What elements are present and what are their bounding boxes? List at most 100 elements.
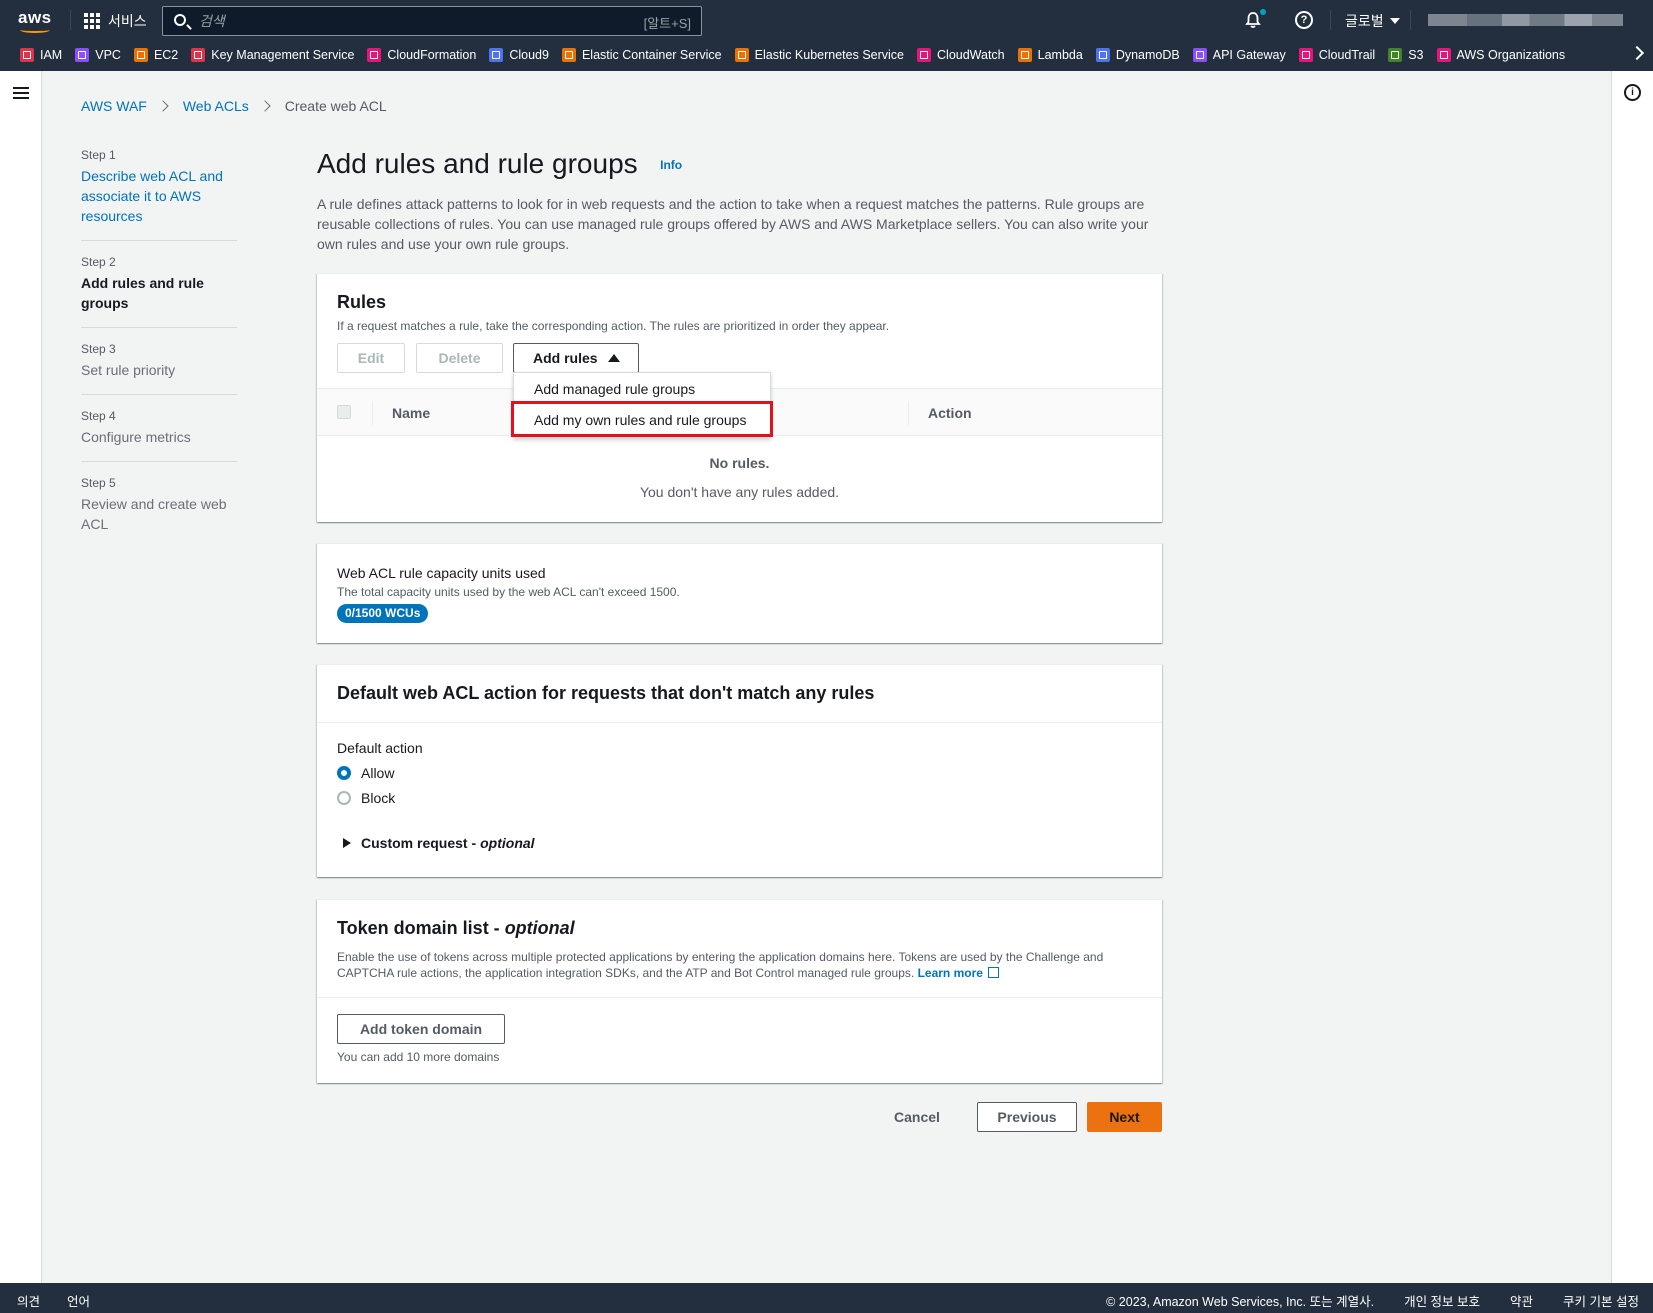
add-token-domain-button[interactable]: Add token domain (337, 1014, 505, 1044)
account-menu-redacted[interactable] (1428, 14, 1623, 26)
favorite-label: AWS Organizations (1456, 48, 1566, 62)
token-domain-note: You can add 10 more domains (337, 1050, 500, 1064)
token-domain-description: Enable the use of tokens across multiple… (337, 949, 1137, 981)
add-rules-button[interactable]: Add rules (513, 343, 639, 373)
column-header-action[interactable]: Action (928, 405, 972, 421)
favorite-lambda[interactable]: Lambda (1017, 48, 1083, 62)
external-link-icon (987, 967, 999, 978)
aws-logo[interactable]: aws (18, 8, 54, 34)
favorite-key-management-service[interactable]: Key Management Service (191, 48, 354, 62)
favorites-bar: IAM VPC EC2 Key Management Service CloudForm… (0, 42, 1653, 68)
language-link[interactable]: 언어 (67, 1291, 90, 1310)
token-domain-title: Token domain list - optional (337, 918, 575, 939)
radio-button-checked[interactable] (337, 766, 351, 780)
select-all-checkbox[interactable] (337, 405, 351, 419)
terms-link[interactable]: 약관 (1510, 1291, 1533, 1310)
favorite-api-gateway[interactable]: API Gateway (1192, 48, 1286, 62)
favorite-cloudwatch[interactable]: CloudWatch (917, 48, 1005, 62)
add-rules-label: Add rules (533, 350, 598, 366)
page-title: Add rules and rule groups (317, 148, 638, 179)
page-description: A rule defines attack patterns to look f… (317, 196, 1149, 252)
breadcrumb-web-acls[interactable]: Web ACLs (183, 98, 249, 114)
favorite-elastic-container-service[interactable]: Elastic Container Service (561, 48, 722, 62)
service-icon (133, 48, 148, 62)
favorite-elastic-kubernetes-service[interactable]: Elastic Kubernetes Service (734, 48, 904, 62)
step-number: Step 2 (81, 255, 116, 269)
empty-state-subtitle: You don't have any rules added. (639, 484, 840, 500)
default-action-title: Default web ACL action for requests that… (337, 683, 875, 703)
favorite-label: EC2 (153, 48, 179, 62)
step-title: Configure metrics (81, 429, 191, 445)
favorite-vpc[interactable]: VPC (75, 48, 121, 62)
search-input[interactable] (199, 11, 619, 31)
aws-smile-icon (20, 27, 50, 33)
service-icon (1095, 48, 1110, 62)
learn-more-link[interactable]: Learn more (918, 966, 983, 980)
radio-button[interactable] (337, 791, 351, 805)
favorite-iam[interactable]: IAM (20, 48, 62, 62)
favorite-ec2[interactable]: EC2 (133, 48, 179, 62)
console-footer: 의견 언어 © 2023, Amazon Web Services, Inc. … (0, 1283, 1653, 1313)
hamburger-menu-icon[interactable] (13, 87, 29, 99)
favorite-label: IAM (40, 48, 63, 62)
column-divider (372, 401, 373, 425)
favorite-cloudtrail[interactable]: CloudTrail (1298, 48, 1375, 62)
previous-button[interactable]: Previous (977, 1102, 1077, 1132)
menu-item-add-own-rules[interactable]: Add my own rules and rule groups (514, 405, 772, 435)
service-icon (561, 48, 576, 62)
delete-button[interactable]: Delete (416, 343, 503, 373)
custom-request-expander[interactable]: Custom request - optional (343, 835, 535, 851)
default-action-label: Default action (337, 740, 423, 756)
notifications-button[interactable] (1244, 9, 1266, 29)
edit-button[interactable]: Edit (337, 343, 405, 373)
notification-dot (1260, 9, 1266, 15)
feedback-link[interactable]: 의견 (17, 1291, 40, 1310)
step-title: Review and create web ACL (81, 496, 227, 532)
capacity-units-panel: Web ACL rule capacity units used The tot… (317, 543, 1162, 643)
favorite-label: CloudWatch (937, 48, 1005, 62)
radio-block[interactable]: Block (337, 790, 395, 806)
radio-allow[interactable]: Allow (337, 765, 394, 781)
region-selector[interactable]: 글로벌 (1345, 11, 1400, 31)
top-navigation: aws 서비스 [알트+S] ? 글로벌 IAM VPC EC2 Key Manage… (0, 0, 1653, 71)
info-link[interactable]: Info (660, 158, 682, 172)
add-rules-dropdown-menu: Add managed rule groups Add my own rules… (513, 372, 771, 438)
favorite-s3[interactable]: S3 (1388, 48, 1424, 62)
favorite-cloud9[interactable]: Cloud9 (489, 48, 549, 62)
favorite-aws-organizations[interactable]: AWS Organizations (1436, 48, 1566, 62)
search-box[interactable]: [알트+S] (162, 6, 702, 36)
service-icon (367, 48, 382, 62)
column-divider (908, 401, 909, 425)
column-header-name[interactable]: Name (392, 405, 430, 421)
wizard-step-3: Step 3 Set rule priority (81, 342, 237, 395)
service-icon (1298, 48, 1313, 62)
step-number: Step 4 (81, 409, 116, 423)
step-number: Step 3 (81, 342, 116, 356)
favorite-dynamodb[interactable]: DynamoDB (1095, 48, 1180, 62)
chevron-right-icon[interactable] (1631, 45, 1643, 61)
service-icon (1017, 48, 1032, 62)
privacy-link[interactable]: 개인 정보 보호 (1404, 1291, 1480, 1310)
next-button[interactable]: Next (1087, 1102, 1162, 1132)
service-icon (75, 48, 90, 62)
favorite-label: Elastic Container Service (581, 48, 722, 62)
cancel-button[interactable]: Cancel (882, 1102, 952, 1132)
cookie-preferences-link[interactable]: 쿠키 기본 설정 (1563, 1291, 1639, 1310)
service-icon (1436, 48, 1451, 62)
menu-item-add-managed-rule-groups[interactable]: Add managed rule groups (514, 374, 772, 404)
step-title-link[interactable]: Describe web ACL and associate it to AWS… (81, 166, 237, 226)
info-icon[interactable]: i (1624, 84, 1641, 101)
services-menu-button[interactable]: 서비스 (84, 11, 147, 31)
nav-primary-row: aws 서비스 [알트+S] ? 글로벌 (0, 0, 1653, 40)
favorite-cloudformation[interactable]: CloudFormation (367, 48, 476, 62)
wizard-steps: Step 1 Describe web ACL and associate it… (81, 148, 237, 562)
caret-up-icon (608, 354, 620, 362)
help-icon[interactable]: ? (1295, 11, 1313, 29)
services-label: 서비스 (108, 13, 147, 29)
chevron-right-icon (157, 100, 169, 112)
step-number: Step 5 (81, 476, 116, 490)
service-icon (917, 48, 932, 62)
service-icon (489, 48, 504, 62)
capacity-subtitle: The total capacity units used by the web… (337, 585, 680, 599)
breadcrumb-aws-waf[interactable]: AWS WAF (81, 98, 147, 114)
